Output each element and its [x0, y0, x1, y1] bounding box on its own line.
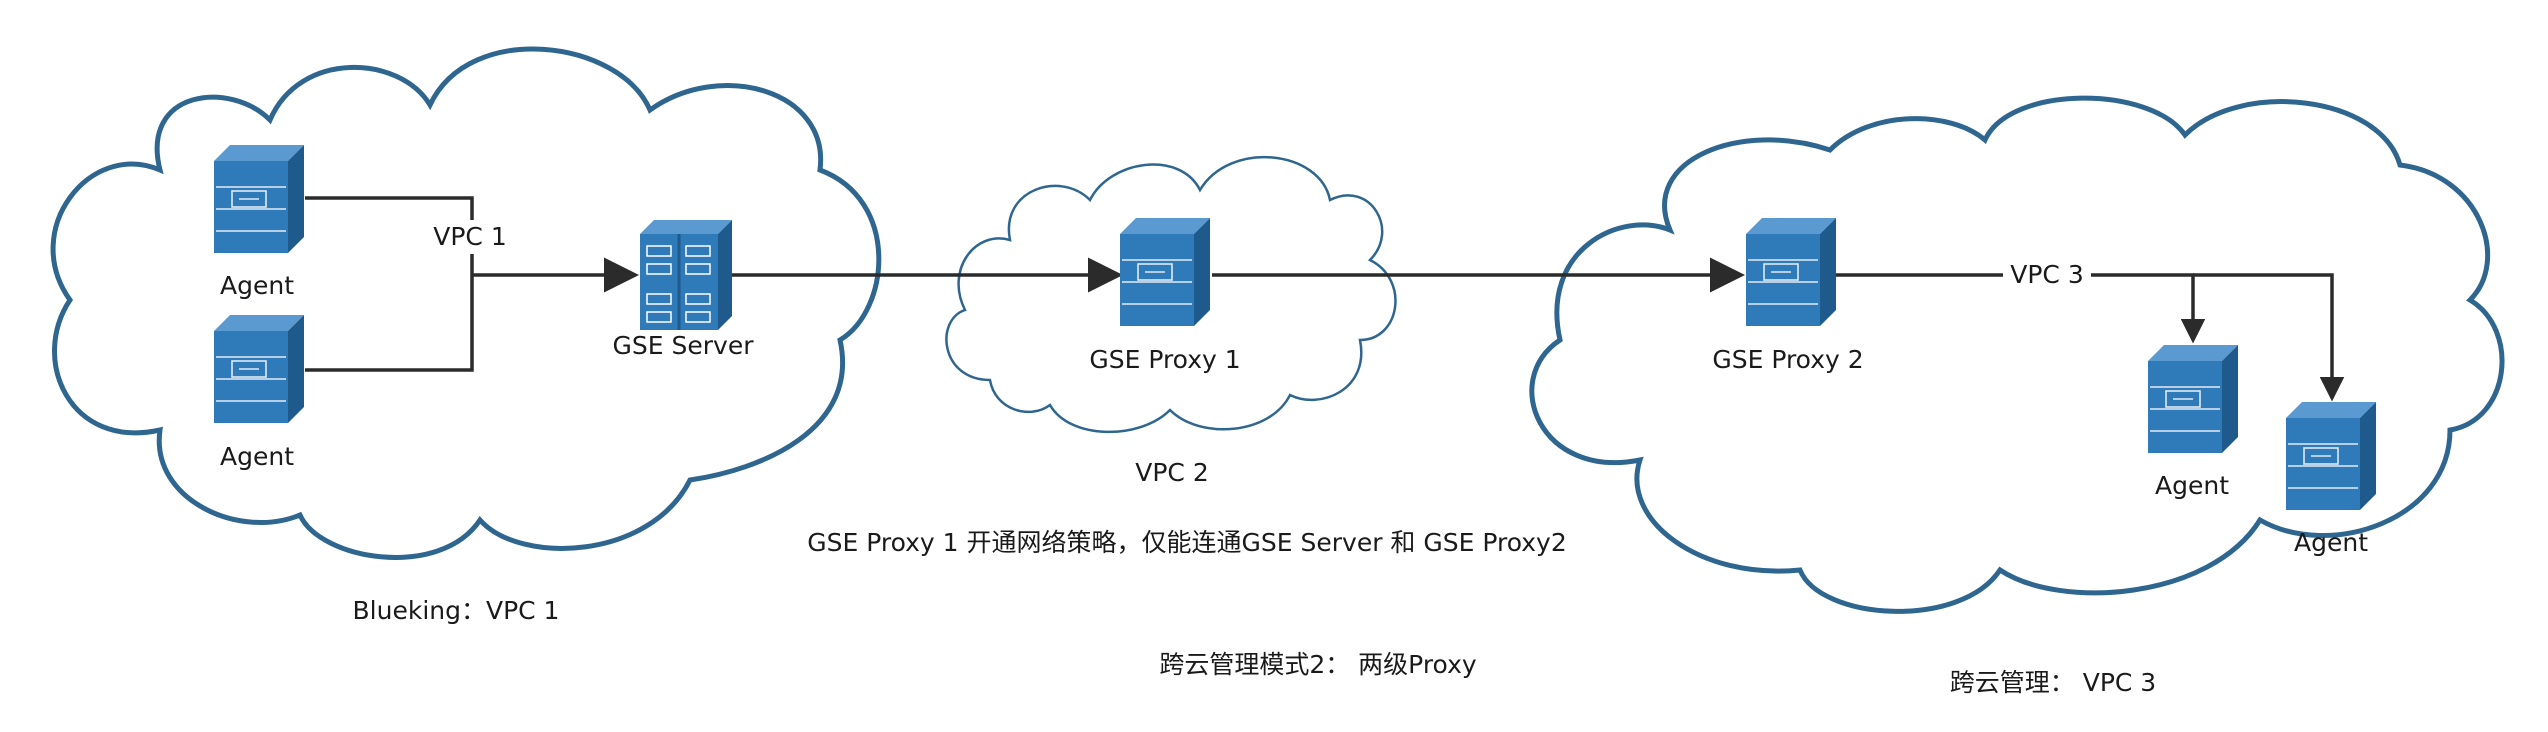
server-icon-agent-d [2285, 401, 2377, 511]
label-agent-c: Agent [2155, 471, 2229, 500]
diagram-canvas: Agent Agent VPC 1 GSE Server GSE Proxy 1… [0, 0, 2548, 728]
label-vpc1-link: VPC 1 [433, 222, 507, 251]
label-agent-b: Agent [220, 442, 294, 471]
server-icon-gse-server [640, 220, 732, 330]
caption-mid: 跨云管理模式2： 两级Proxy [1159, 650, 1477, 679]
server-icon-gse-proxy1 [1119, 217, 1211, 327]
server-icon-agent-c [2147, 344, 2239, 454]
diagram-svg: Agent Agent VPC 1 GSE Server GSE Proxy 1… [50, 46, 2505, 697]
server-icon-gse-proxy2 [1745, 217, 1837, 327]
note-network-policy: GSE Proxy 1 开通网络策略，仅能连通GSE Server 和 GSE … [807, 528, 1567, 557]
label-gse-proxy1: GSE Proxy 1 [1089, 345, 1240, 374]
server-icon-agent-b [213, 314, 305, 424]
label-gse-proxy2: GSE Proxy 2 [1712, 345, 1863, 374]
label-vpc2: VPC 2 [1135, 458, 1209, 487]
server-icon-agent-a [213, 144, 305, 254]
label-agent-d: Agent [2294, 528, 2368, 557]
cloud-vpc1 [50, 46, 882, 560]
caption-right: 跨云管理： VPC 3 [1950, 668, 2156, 697]
label-agent-a: Agent [220, 271, 294, 300]
label-vpc3-link: VPC 3 [2010, 260, 2084, 289]
label-gse-server: GSE Server [613, 331, 755, 360]
caption-left: Blueking：VPC 1 [353, 596, 560, 625]
